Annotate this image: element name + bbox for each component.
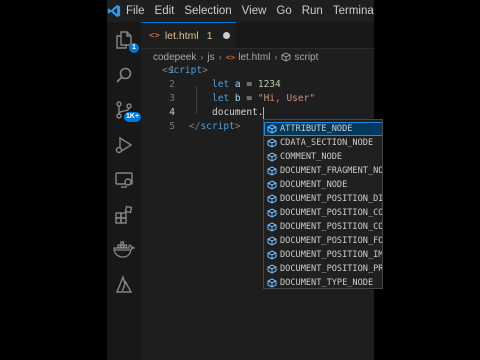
menu-bar: File Edit Selection View Go Run Terminal…: [107, 0, 374, 22]
menu-file[interactable]: File: [121, 0, 150, 22]
unsaved-dot-icon[interactable]: [222, 32, 230, 39]
code-text: <script>: [162, 65, 208, 76]
line-number: 4: [169, 107, 175, 118]
suggestion-item[interactable]: DOCUMENT_NODE: [264, 178, 382, 192]
suggestion-item[interactable]: DOCUMENT_POSITION_DISCONNECTED: [264, 192, 383, 206]
symbol-constant-icon: [267, 166, 277, 176]
chevron-right-icon: ›: [200, 52, 204, 62]
suggestion-item[interactable]: DOCUMENT_POSITION_CONTAINS: [264, 220, 383, 234]
tab-let-html[interactable]: <> let.html 1: [141, 22, 236, 48]
menu-go[interactable]: Go: [271, 0, 296, 22]
html-file-icon: <>: [149, 30, 160, 41]
suggestion-label: DOCUMENT_POSITION_DISCONNECTED: [280, 194, 383, 204]
run-debug-button[interactable]: [111, 132, 137, 158]
suggestion-item[interactable]: CDATA_SECTION_NODE: [264, 136, 382, 150]
remote-explorer-icon: [115, 172, 133, 188]
symbol-constant-icon: [267, 124, 277, 134]
suggestion-label: DOCUMENT_TYPE_NODE: [280, 278, 374, 288]
menu-selection[interactable]: Selection: [179, 0, 236, 22]
extensions-button[interactable]: [111, 202, 137, 228]
menu-run[interactable]: Run: [297, 0, 328, 22]
suggestion-label: DOCUMENT_POSITION_IMPLEMENTATION_SPECIFI…: [280, 250, 383, 260]
menu-edit[interactable]: Edit: [150, 0, 180, 22]
menu-view[interactable]: View: [237, 0, 272, 22]
activity-bar: 1 1K+: [107, 22, 142, 360]
symbol-constant-icon: [267, 278, 277, 288]
suggestion-label: ATTRIBUTE_NODE: [280, 124, 353, 134]
problem-count-badge: 1: [206, 29, 213, 42]
code-line-1: 1 <script>: [141, 64, 374, 78]
docker-icon: [113, 241, 135, 258]
remote-explorer-button[interactable]: [111, 167, 137, 193]
suggestion-item[interactable]: COMMENT_NODE: [264, 150, 382, 164]
symbol-constant-icon: [267, 236, 277, 246]
symbol-constant-icon: [267, 194, 277, 204]
code-text: document.: [212, 106, 265, 119]
suggestion-item[interactable]: DOCUMENT_POSITION_PRECEDING: [264, 262, 383, 276]
code-text: </script>: [189, 121, 241, 132]
suggestion-item[interactable]: ATTRIBUTE_NODE: [264, 122, 382, 136]
suggestion-label: DOCUMENT_FRAGMENT_NODE: [280, 166, 383, 176]
suggestion-label: DOCUMENT_POSITION_CONTAINED_BY: [280, 208, 383, 218]
editor-tabs: <> let.html 1: [141, 22, 374, 49]
breadcrumb-folder-codepeek[interactable]: codepeek: [153, 52, 196, 63]
suggestion-label: DOCUMENT_POSITION_FOLLOWING: [280, 236, 383, 246]
symbol-constant-icon: [267, 222, 277, 232]
azure-button[interactable]: [111, 272, 137, 298]
symbol-constant-icon: [267, 180, 277, 190]
suggestion-label: DOCUMENT_POSITION_CONTAINS: [280, 222, 383, 232]
suggestion-item[interactable]: DOCUMENT_POSITION_CONTAINED_BY: [264, 206, 383, 220]
code-line-3: 3 let b = "Hi, User": [141, 92, 374, 106]
breadcrumb-symbol[interactable]: script: [294, 52, 318, 63]
vscode-logo-icon: [107, 0, 121, 22]
line-number: 5: [169, 121, 175, 132]
suggestion-label: COMMENT_NODE: [280, 152, 343, 162]
symbol-constant-icon: [267, 264, 277, 274]
text-cursor: [263, 106, 265, 119]
tab-label: let.html: [164, 29, 199, 42]
symbol-cube-icon: [282, 52, 291, 62]
search-icon: [116, 67, 132, 83]
symbol-constant-icon: [267, 208, 277, 218]
suggestion-item[interactable]: DOCUMENT_POSITION_IMPLEMENTATION_SPECIFI…: [264, 248, 383, 262]
source-control-badge: 1K+: [124, 112, 142, 122]
line-number: 2: [169, 79, 175, 90]
breadcrumb: codepeek › js › <> let.html › script: [153, 49, 374, 65]
symbol-constant-icon: [267, 250, 277, 260]
code-text: let b = "Hi, User": [212, 93, 316, 104]
symbol-constant-icon: [267, 152, 277, 162]
breadcrumb-file[interactable]: let.html: [238, 52, 270, 63]
suggestion-item[interactable]: DOCUMENT_POSITION_FOLLOWING: [264, 234, 383, 248]
run-debug-icon: [115, 136, 133, 154]
suggestion-item[interactable]: DOCUMENT_TYPE_NODE: [264, 276, 382, 288]
extensions-icon: [115, 205, 133, 224]
menu-terminal[interactable]: Terminal: [328, 0, 374, 22]
source-control-button[interactable]: 1K+: [111, 97, 142, 123]
suggestion-label: DOCUMENT_POSITION_PRECEDING: [280, 264, 383, 274]
suggestion-item[interactable]: DOCUMENT_FRAGMENT_NODE: [264, 164, 383, 178]
chevron-right-icon: ›: [274, 52, 278, 62]
symbol-constant-icon: [267, 138, 277, 148]
suggestion-label: DOCUMENT_NODE: [280, 180, 348, 190]
chevron-right-icon: ›: [218, 52, 222, 62]
azure-icon: [115, 275, 133, 293]
suggest-widget: ATTRIBUTE_NODE CDATA_SECTION_NODE COMMENT_…: [263, 119, 383, 289]
line-number: 3: [169, 93, 175, 104]
breadcrumb-folder-js[interactable]: js: [207, 52, 214, 63]
search-button[interactable]: [111, 62, 137, 88]
explorer-badge: 1: [129, 43, 139, 53]
explorer-button[interactable]: 1: [111, 27, 139, 53]
docker-button[interactable]: [111, 237, 137, 263]
code-text: let a = 1234: [212, 79, 281, 90]
html-file-icon: <>: [225, 52, 236, 62]
suggestion-label: CDATA_SECTION_NODE: [280, 138, 374, 148]
code-line-4: 4 document.: [141, 106, 374, 120]
code-line-2: 2 let a = 1234: [141, 78, 374, 92]
